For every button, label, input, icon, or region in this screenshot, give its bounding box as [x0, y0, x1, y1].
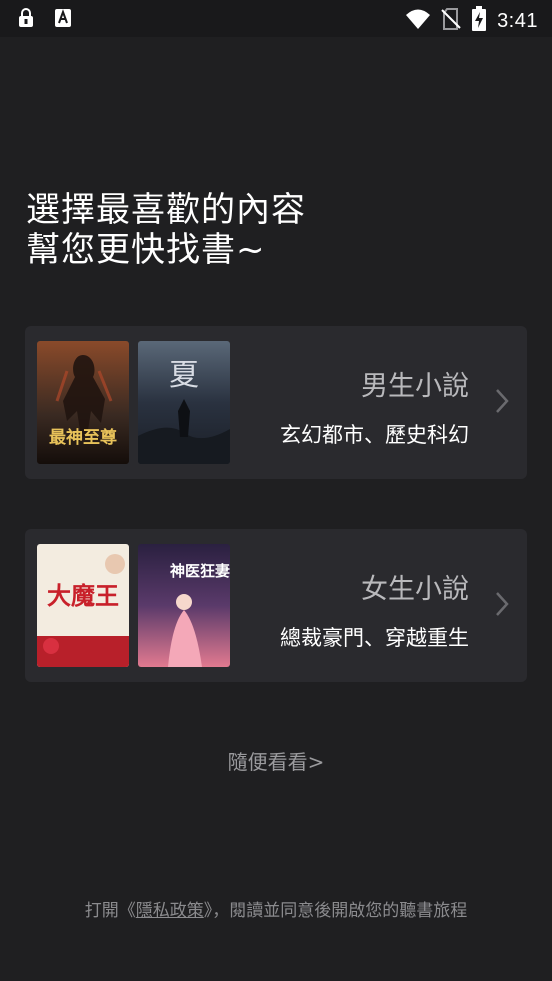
book-cover: 夏 [138, 341, 230, 464]
policy-suffix: 》，閱讀並同意後開啟您的聽書旅程 [203, 901, 468, 921]
privacy-policy-link[interactable]: 隱私政策 [136, 901, 204, 921]
book-cover: 神医狂妻 [138, 544, 230, 667]
chevron-right-icon [495, 591, 509, 621]
browse-randomly-link[interactable]: 隨便看看> [0, 746, 552, 775]
category-title: 女生小說 [361, 574, 469, 605]
book-cover: 最神至尊 [37, 341, 129, 464]
headline-line-1: 選擇最喜歡的內容 [26, 190, 306, 230]
cover-title: 神医狂妻 [170, 562, 230, 580]
category-subtitle: 總裁豪門、穿越重生 [280, 626, 469, 650]
category-card-male[interactable]: 最神至尊 夏 男生小說 玄幻都市、歷史科幻 [25, 326, 527, 479]
no-sim-icon [441, 7, 461, 35]
battery-charging-icon [471, 6, 487, 36]
category-subtitle: 玄幻都市、歷史科幻 [280, 423, 469, 447]
status-bar: 3:41 [0, 0, 552, 37]
category-card-female[interactable]: 大魔王 神医狂妻 女生小說 總裁豪門、穿越重生 [25, 529, 527, 682]
status-time: 3:41 [497, 9, 538, 32]
headline-line-2: 幫您更快找書~ [26, 230, 266, 270]
lock-notification-icon [18, 8, 34, 32]
category-title: 男生小說 [361, 371, 469, 402]
cover-title: 夏 [169, 358, 199, 393]
wifi-icon [405, 8, 431, 34]
page-headline: 選擇最喜歡的內容 幫您更快找書~ [26, 190, 306, 270]
font-notification-icon [54, 8, 72, 32]
cover-title: 最神至尊 [49, 427, 117, 448]
book-cover: 大魔王 [37, 544, 129, 667]
privacy-policy-notice: 打開《隱私政策》，閱讀並同意後開啟您的聽書旅程 [0, 896, 552, 921]
cover-title: 大魔王 [47, 582, 119, 610]
chevron-right-icon [495, 388, 509, 418]
policy-prefix: 打開《 [84, 901, 136, 921]
